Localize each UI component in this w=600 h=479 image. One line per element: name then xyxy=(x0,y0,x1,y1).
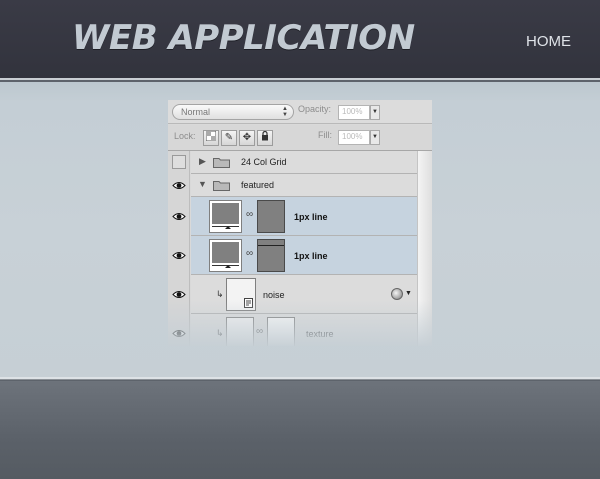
layer-row-1px-line[interactable]: ∞ 1px line xyxy=(168,236,417,275)
folder-icon xyxy=(213,158,230,168)
folder-icon xyxy=(213,181,230,191)
visibility-toggle[interactable] xyxy=(168,151,190,174)
layer-thumbnail xyxy=(209,200,242,233)
lock-icon xyxy=(262,130,268,141)
site-footer xyxy=(0,381,600,479)
eye-icon xyxy=(172,182,186,189)
layer-row-noise[interactable]: ↳ noise ▼ xyxy=(168,275,417,314)
layer-name: featured xyxy=(241,180,275,190)
lock-position-button[interactable]: ✥ xyxy=(239,130,255,146)
layer-effects-icon[interactable] xyxy=(391,288,403,300)
layer-thumbnail xyxy=(226,278,256,311)
blend-mode-select[interactable]: Normal ▲ ▼ xyxy=(172,104,294,120)
layer-row-body: ↳ noise ▼ xyxy=(191,275,417,314)
layer-row-texture[interactable]: ↳ ∞ texture xyxy=(168,314,417,346)
link-chain-icon[interactable]: ∞ xyxy=(256,326,263,337)
layer-name: 1px line xyxy=(294,251,328,261)
layers-panel: Normal ▲ ▼ Opacity: 100% ▼ Lock: ✎ ✥ Fill… xyxy=(168,100,432,346)
visibility-toggle[interactable] xyxy=(168,236,190,275)
layer-thumbnail xyxy=(209,239,242,272)
layer-name: 1px line xyxy=(294,212,328,222)
clipping-mask-arrow-icon: ↳ xyxy=(216,328,224,338)
visibility-toggle[interactable] xyxy=(168,174,190,197)
empty-visibility-box xyxy=(172,155,186,169)
layers-scrollbar[interactable] xyxy=(417,151,432,346)
layer-row-body: ∞ 1px line xyxy=(191,197,417,236)
lock-transparency-button[interactable] xyxy=(203,130,219,146)
opacity-label: Opacity: xyxy=(298,104,332,114)
opacity-dropdown-button[interactable]: ▼ xyxy=(370,105,380,120)
layer-row-1px-line[interactable]: ∞ 1px line xyxy=(168,197,417,236)
layer-row-24-col-grid[interactable]: ▶ 24 Col Grid xyxy=(168,151,417,174)
layer-name: noise xyxy=(263,290,285,300)
link-chain-icon[interactable]: ∞ xyxy=(246,248,253,259)
layer-thumbnail xyxy=(226,317,254,346)
layer-mask-thumbnail[interactable] xyxy=(267,317,295,346)
layers-list: ▶ 24 Col Grid ▼ featured ∞ 1px line ∞ 1p… xyxy=(168,151,432,346)
eye-icon xyxy=(172,291,186,298)
smart-object-icon xyxy=(244,298,253,308)
layer-row-body: ∞ 1px line xyxy=(191,236,417,275)
site-logo[interactable]: WEB APPLICATION xyxy=(72,18,415,58)
nav-home-link[interactable]: HOME xyxy=(526,33,571,50)
layer-row-body: ↳ ∞ texture xyxy=(191,314,417,346)
opacity-field[interactable]: 100% xyxy=(338,105,370,120)
layer-row-body: ▼ featured xyxy=(191,174,417,197)
blend-options-row: Normal ▲ ▼ Opacity: 100% ▼ xyxy=(168,100,432,124)
layer-mask-thumbnail[interactable] xyxy=(257,239,285,272)
lock-all-button[interactable] xyxy=(257,130,273,146)
layer-row-featured[interactable]: ▼ featured xyxy=(168,174,417,197)
link-chain-icon[interactable]: ∞ xyxy=(246,209,253,220)
fill-field[interactable]: 100% xyxy=(338,130,370,145)
fill-dropdown-button[interactable]: ▼ xyxy=(370,130,380,145)
eye-icon xyxy=(172,252,186,259)
visibility-toggle[interactable] xyxy=(168,314,190,346)
chevron-down-icon[interactable]: ▼ xyxy=(405,290,412,297)
visibility-toggle[interactable] xyxy=(168,275,190,314)
eye-icon xyxy=(172,213,186,220)
blend-mode-value: Normal xyxy=(181,107,211,117)
brush-icon: ✎ xyxy=(224,132,234,143)
clipping-mask-arrow-icon: ↳ xyxy=(216,289,224,299)
move-icon: ✥ xyxy=(242,132,252,143)
layer-name: 24 Col Grid xyxy=(241,157,287,167)
lock-pixels-button[interactable]: ✎ xyxy=(221,130,237,146)
chevron-updown-icon: ▲ ▼ xyxy=(282,106,288,118)
layer-name: texture xyxy=(306,329,334,339)
visibility-toggle[interactable] xyxy=(168,197,190,236)
expand-triangle-icon[interactable]: ▶ xyxy=(199,156,206,167)
band-divider xyxy=(0,377,600,380)
fill-label: Fill: xyxy=(318,130,332,140)
transparency-grid-icon xyxy=(205,130,217,142)
layer-row-body: ▶ 24 Col Grid xyxy=(191,151,417,174)
eye-icon xyxy=(172,330,186,337)
layer-mask-thumbnail[interactable] xyxy=(257,200,285,233)
site-header: WEB APPLICATION HOME xyxy=(0,0,600,80)
lock-label: Lock: xyxy=(174,131,196,141)
collapse-triangle-icon[interactable]: ▼ xyxy=(198,179,207,189)
